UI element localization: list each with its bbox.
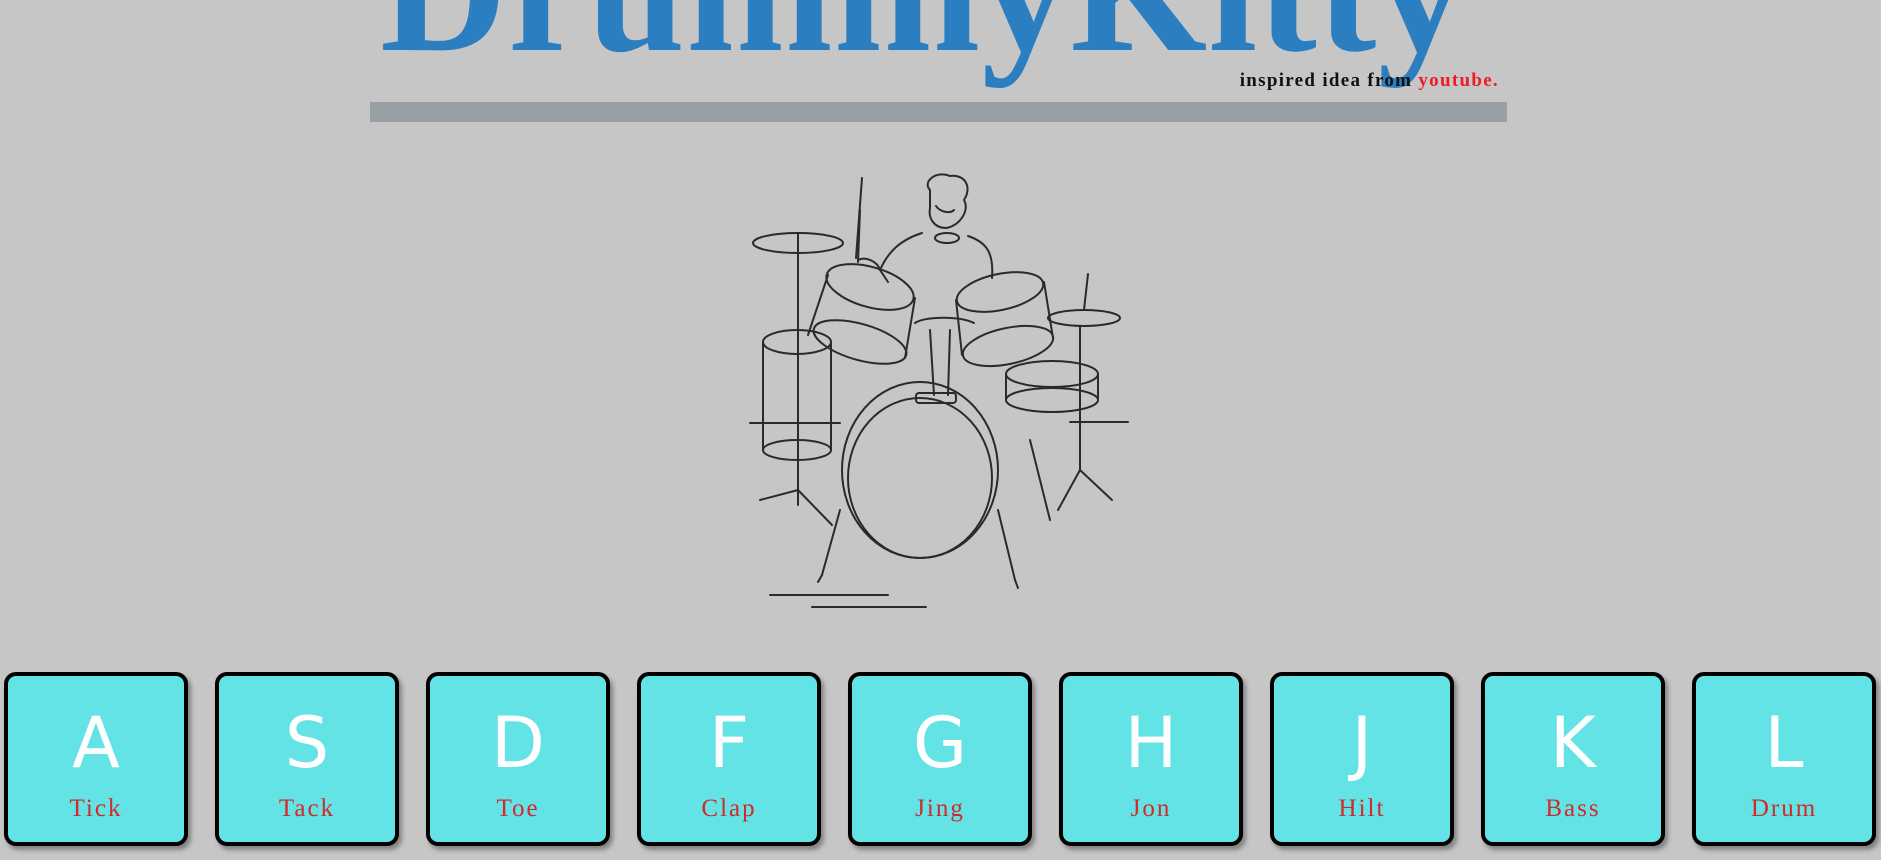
credit-line: inspired idea from youtube. (1240, 70, 1499, 92)
drum-key-j[interactable]: J Hilt (1270, 672, 1454, 846)
credit-text: inspired idea from (1239, 70, 1413, 91)
key-sound-label: Toe (496, 795, 540, 822)
drum-key-a[interactable]: A Tick (4, 672, 188, 846)
key-sound-label: Hilt (1338, 795, 1386, 822)
key-letter: H (1124, 702, 1178, 784)
drummer-illustration (740, 170, 1140, 620)
key-letter: F (708, 702, 750, 784)
key-sound-label: Clap (701, 795, 757, 822)
drum-key-s[interactable]: S Tack (215, 672, 399, 846)
key-letter: S (284, 702, 330, 784)
key-sound-label: Tack (278, 795, 336, 822)
drum-key-f[interactable]: F Clap (637, 672, 821, 846)
key-letter: L (1764, 702, 1804, 784)
key-letter: K (1550, 702, 1596, 784)
key-sound-label: Jon (1130, 795, 1172, 822)
key-sound-label: Tick (69, 795, 123, 822)
key-letter: D (491, 702, 545, 784)
page-title: DrummyKitty (380, 0, 1466, 80)
key-letter: J (1351, 702, 1373, 784)
drum-key-k[interactable]: K Bass (1481, 672, 1665, 846)
drum-key-h[interactable]: H Jon (1059, 672, 1243, 846)
drum-keys: A Tick S Tack D Toe F Clap G Jing H Jon … (0, 672, 1881, 846)
key-sound-label: Jing (915, 795, 965, 822)
drum-key-g[interactable]: G Jing (848, 672, 1032, 846)
key-sound-label: Bass (1545, 795, 1601, 822)
header-divider (370, 102, 1507, 122)
youtube-link[interactable]: youtube. (1418, 70, 1499, 91)
key-sound-label: Drum (1750, 795, 1818, 822)
key-letter: A (72, 702, 120, 784)
key-letter: G (912, 702, 968, 784)
drum-key-l[interactable]: L Drum (1692, 672, 1876, 846)
drum-key-d[interactable]: D Toe (426, 672, 610, 846)
